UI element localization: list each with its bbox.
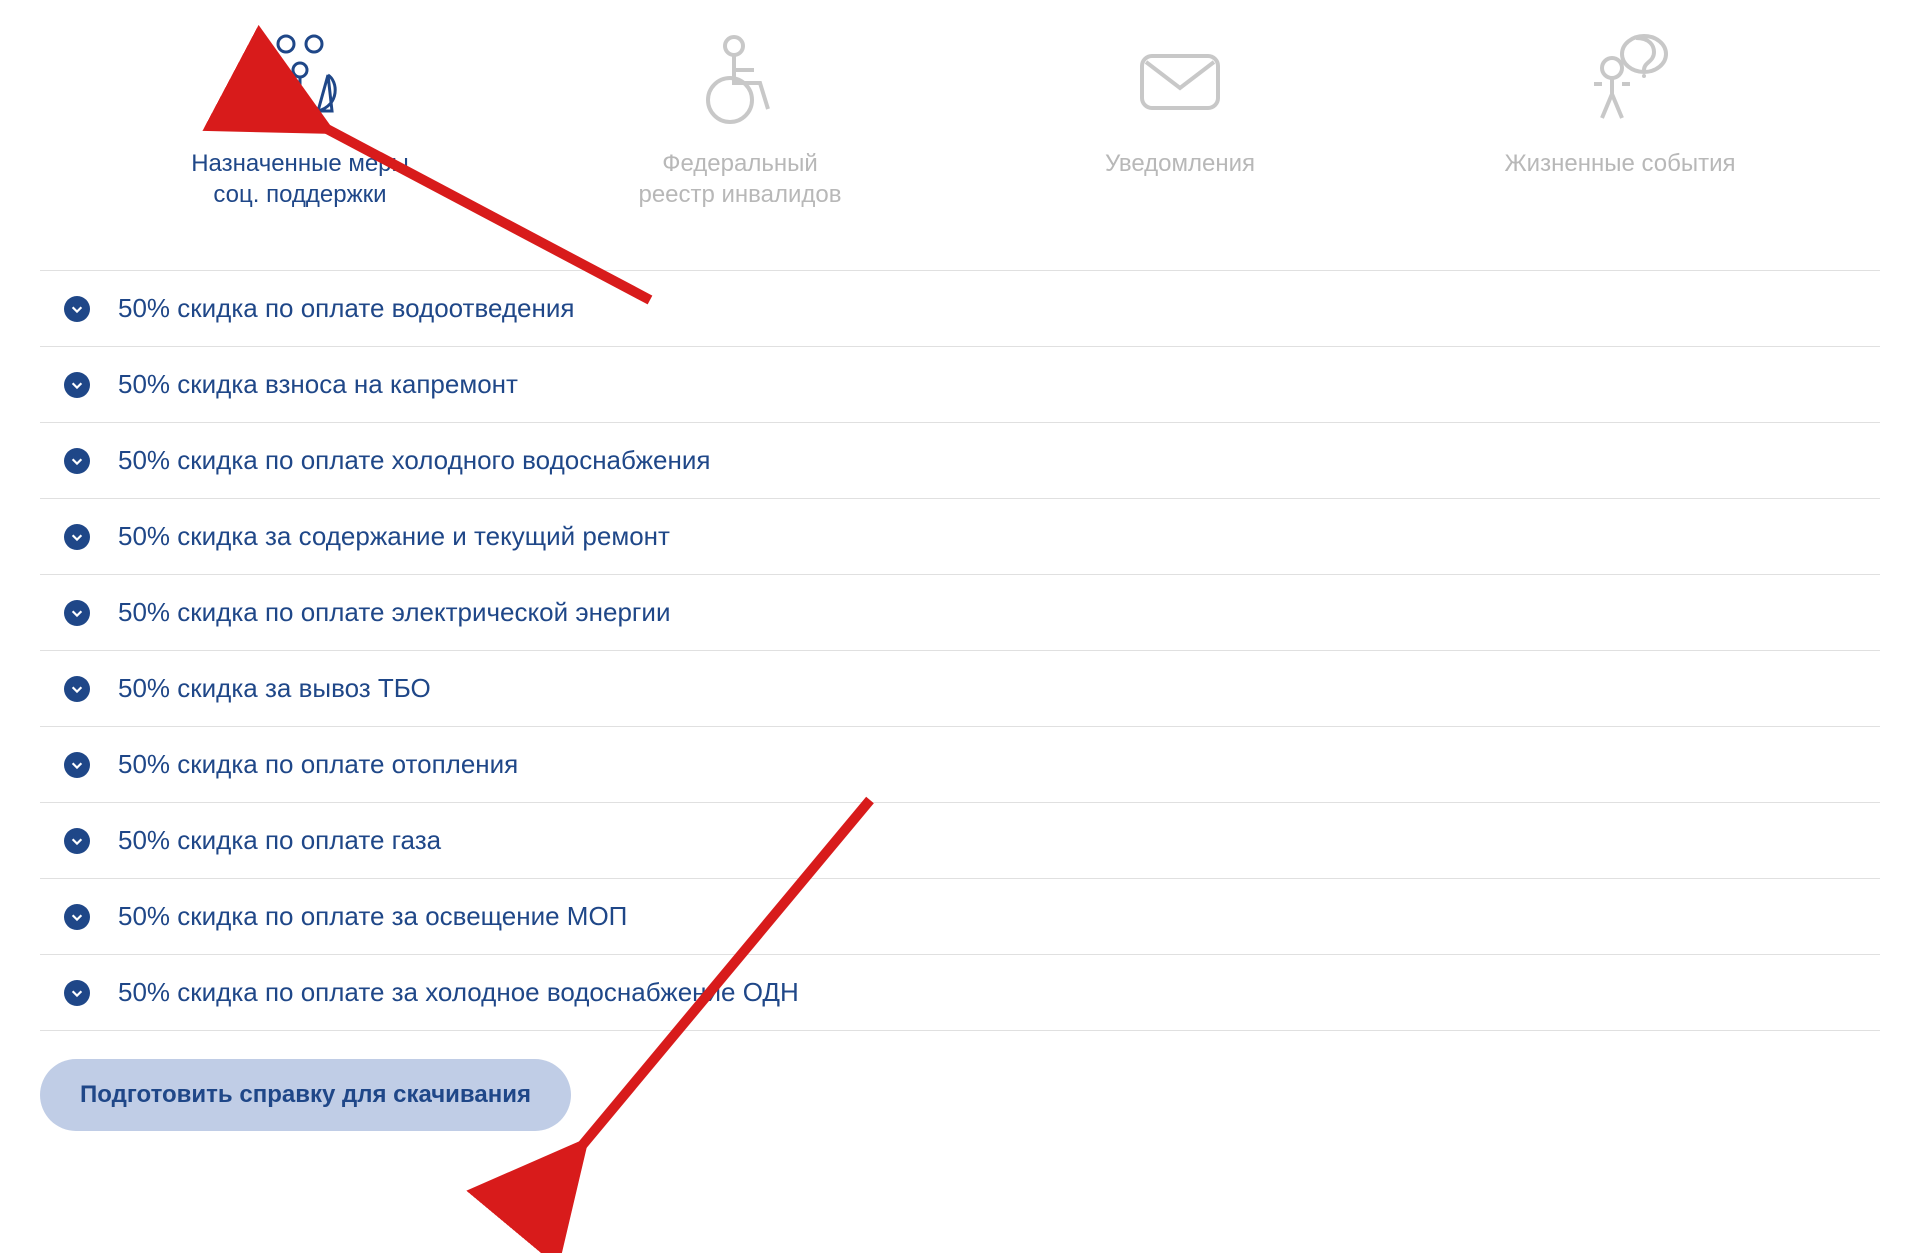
benefit-label: 50% скидка по оплате холодного водоснабж…	[118, 445, 710, 476]
tab-notifications[interactable]: Уведомления	[1040, 30, 1320, 179]
list-item[interactable]: 50% скидка за вывоз ТБО	[40, 651, 1880, 727]
question-person-icon	[1570, 30, 1670, 130]
actions-bar: Подготовить справку для скачивания	[40, 1059, 1880, 1131]
chevron-down-icon	[64, 828, 90, 854]
chevron-down-icon	[64, 524, 90, 550]
tab-label: Назначенные мерысоц. поддержки	[191, 148, 409, 210]
list-item[interactable]: 50% скидка за содержание и текущий ремон…	[40, 499, 1880, 575]
list-item[interactable]: 50% скидка по оплате водоотведения	[40, 271, 1880, 347]
chevron-down-icon	[64, 296, 90, 322]
tab-label: Жизненные события	[1505, 148, 1736, 179]
benefit-label: 50% скидка по оплате электрической энерг…	[118, 597, 670, 628]
list-item[interactable]: 50% скидка по оплате холодного водоснабж…	[40, 423, 1880, 499]
chevron-down-icon	[64, 676, 90, 702]
chevron-down-icon	[64, 600, 90, 626]
benefit-label: 50% скидка за содержание и текущий ремон…	[118, 521, 670, 552]
benefit-label: 50% скидка по оплате отопления	[118, 749, 518, 780]
benefit-label: 50% скидка взноса на капремонт	[118, 369, 518, 400]
chevron-down-icon	[64, 980, 90, 1006]
tab-disability-registry[interactable]: Федеральныйреестр инвалидов	[600, 30, 880, 210]
list-item[interactable]: 50% скидка взноса на капремонт	[40, 347, 1880, 423]
benefit-label: 50% скидка по оплате за освещение МОП	[118, 901, 627, 932]
tab-label: Уведомления	[1105, 148, 1255, 179]
tab-life-events[interactable]: Жизненные события	[1480, 30, 1760, 179]
benefits-list: 50% скидка по оплате водоотведения 50% с…	[40, 270, 1880, 1031]
tab-bar: Назначенные мерысоц. поддержки Федеральн…	[40, 30, 1880, 210]
list-item[interactable]: 50% скидка по оплате отопления	[40, 727, 1880, 803]
chevron-down-icon	[64, 904, 90, 930]
list-item[interactable]: 50% скидка по оплате газа	[40, 803, 1880, 879]
benefit-label: 50% скидка за вывоз ТБО	[118, 673, 431, 704]
benefit-label: 50% скидка по оплате газа	[118, 825, 441, 856]
envelope-icon	[1130, 30, 1230, 130]
chevron-down-icon	[64, 448, 90, 474]
download-certificate-button[interactable]: Подготовить справку для скачивания	[40, 1059, 571, 1131]
wheelchair-icon	[690, 30, 790, 130]
family-support-icon	[250, 30, 350, 130]
chevron-down-icon	[64, 752, 90, 778]
chevron-down-icon	[64, 372, 90, 398]
benefit-label: 50% скидка по оплате водоотведения	[118, 293, 574, 324]
list-item[interactable]: 50% скидка по оплате за освещение МОП	[40, 879, 1880, 955]
tab-social-support[interactable]: Назначенные мерысоц. поддержки	[160, 30, 440, 210]
list-item[interactable]: 50% скидка по оплате электрической энерг…	[40, 575, 1880, 651]
tab-label: Федеральныйреестр инвалидов	[638, 148, 841, 210]
list-item[interactable]: 50% скидка по оплате за холодное водосна…	[40, 955, 1880, 1031]
benefit-label: 50% скидка по оплате за холодное водосна…	[118, 977, 799, 1008]
